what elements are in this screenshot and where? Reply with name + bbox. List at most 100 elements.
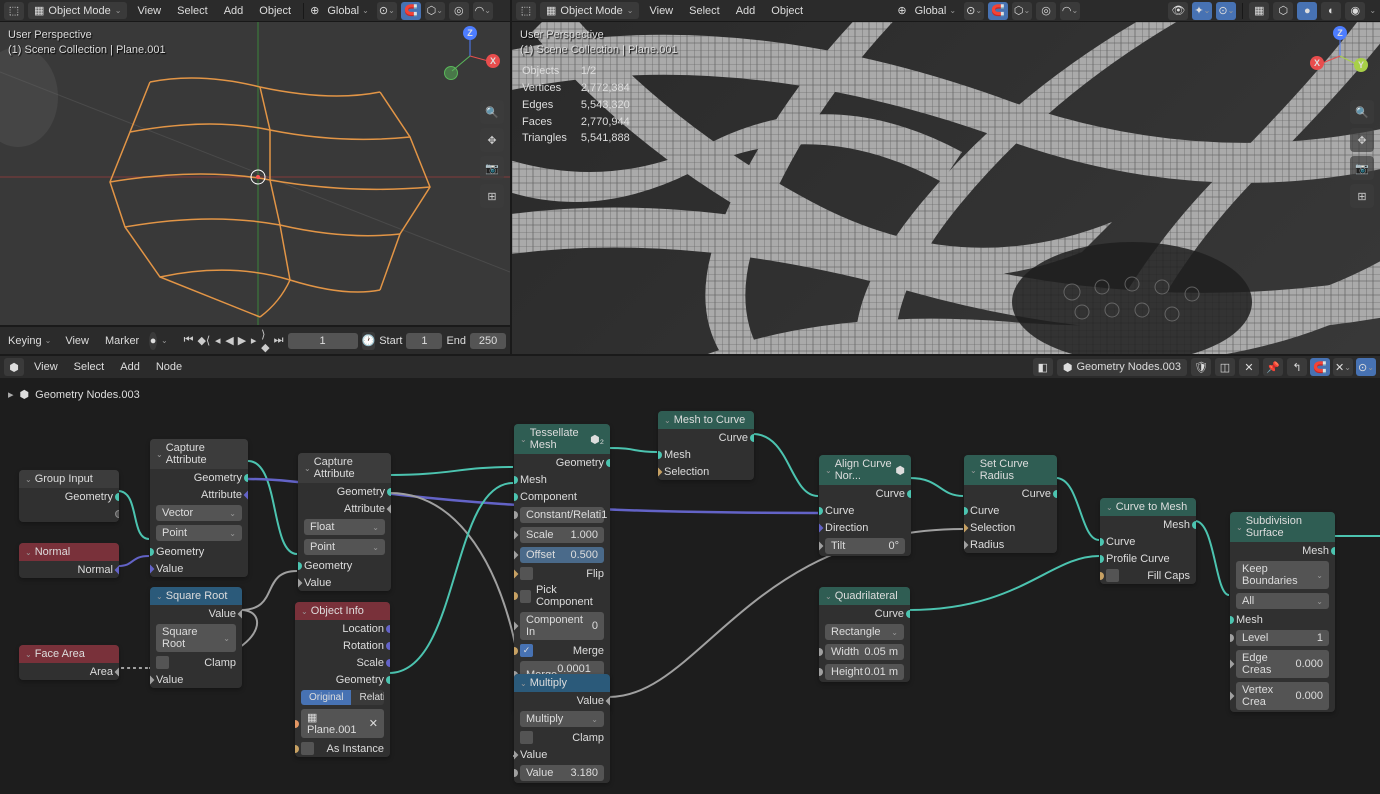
tess-flip-checkbox[interactable] bbox=[520, 567, 533, 580]
grid-icon[interactable]: ⊞ bbox=[480, 184, 504, 208]
proportional-edit-icon[interactable]: ◎ bbox=[449, 2, 469, 20]
unlink-icon[interactable]: ✕ bbox=[1239, 358, 1259, 376]
parent-node-icon[interactable]: ↰ bbox=[1287, 358, 1307, 376]
tess-offset[interactable]: Offset0.500 bbox=[520, 547, 604, 563]
obj-transform-mode[interactable]: OriginalRelative bbox=[301, 690, 384, 705]
menu-add[interactable]: Add bbox=[730, 3, 762, 19]
play-reverse-icon[interactable]: ◀ bbox=[225, 332, 233, 350]
gizmo-toggle-icon[interactable]: ✦⌄ bbox=[1192, 2, 1212, 20]
camera-icon[interactable]: 📷 bbox=[1350, 156, 1374, 180]
overlay-toggle-icon[interactable]: ⊙⌄ bbox=[1216, 2, 1236, 20]
pivot-icon[interactable]: ⊙⌄ bbox=[377, 2, 397, 20]
menu-select[interactable]: Select bbox=[683, 3, 726, 19]
node-set-radius[interactable]: ⌄Set Curve Radius Curve Curve Selection … bbox=[964, 455, 1057, 553]
subdiv-vertex[interactable]: Vertex Crea0.000 bbox=[1236, 682, 1329, 710]
mode-select[interactable]: ▦Object Mode⌄ bbox=[540, 2, 639, 19]
as-instance-checkbox[interactable] bbox=[301, 742, 314, 755]
overlay-icon[interactable]: ⊙⌄ bbox=[1356, 358, 1376, 376]
node-mesh-to-curve[interactable]: ⌄Mesh to Curve Curve Mesh Selection bbox=[658, 411, 754, 480]
subdiv-level[interactable]: Level1 bbox=[1236, 630, 1329, 646]
ne-select[interactable]: Select bbox=[68, 359, 111, 375]
xray-icon[interactable]: ▦ bbox=[1249, 2, 1269, 20]
ne-node[interactable]: Node bbox=[150, 359, 188, 375]
menu-object[interactable]: Object bbox=[765, 3, 809, 19]
node-canvas[interactable]: ▸ ⬢ Geometry Nodes.003 ⌄Group Input Geom bbox=[0, 378, 1380, 794]
clock-icon[interactable]: 🕐 bbox=[362, 332, 376, 350]
capture2-domain[interactable]: Point⌄ bbox=[304, 539, 385, 555]
zoom-icon[interactable]: 🔍 bbox=[1350, 100, 1374, 124]
orientation-select[interactable]: Global⌄ bbox=[323, 3, 373, 19]
snap-options[interactable]: ⬡⌄ bbox=[425, 2, 445, 20]
node-tessellate[interactable]: ⌄Tessellate Mesh⬢₂ Geometry Mesh Compone… bbox=[514, 424, 610, 711]
node-normal[interactable]: ⌄Normal Normal bbox=[19, 543, 119, 578]
zoom-icon[interactable]: 🔍 bbox=[480, 100, 504, 124]
jump-start-icon[interactable]: ⏮ bbox=[184, 332, 194, 350]
shading-solid-icon[interactable]: ● bbox=[1297, 2, 1317, 20]
node-subdivision[interactable]: ⌄Subdivision Surface Mesh Keep Boundarie… bbox=[1230, 512, 1335, 712]
fake-user-icon[interactable]: 🛡 bbox=[1191, 358, 1211, 376]
ne-view[interactable]: View bbox=[28, 359, 64, 375]
ne-add[interactable]: Add bbox=[114, 359, 146, 375]
editor-type-icon[interactable]: ⬚ bbox=[4, 2, 24, 20]
menu-add[interactable]: Add bbox=[218, 3, 250, 19]
node-group-input[interactable]: ⌄Group Input Geometry bbox=[19, 470, 119, 522]
move-icon[interactable]: ✥ bbox=[480, 128, 504, 152]
move-icon[interactable]: ✥ bbox=[1350, 128, 1374, 152]
end-frame[interactable]: 250 bbox=[470, 333, 506, 349]
nav-gizmo-left[interactable]: Z X bbox=[440, 26, 500, 86]
node-face-area[interactable]: ⌄Face Area Area bbox=[19, 645, 119, 680]
node-capture-1[interactable]: ⌄Capture Attribute Geometry Attribute Ve… bbox=[150, 439, 248, 577]
timeline-marker[interactable]: Marker bbox=[99, 333, 145, 349]
editor-type-icon[interactable]: ⬚ bbox=[516, 2, 536, 20]
visibility-icon[interactable]: 👁 bbox=[1168, 2, 1188, 20]
node-align-normal[interactable]: ⌄Align Curve Nor...⬢ Curve Curve Directi… bbox=[819, 455, 911, 556]
snap-options[interactable]: ⬡⌄ bbox=[1012, 2, 1032, 20]
current-frame[interactable]: 1 bbox=[288, 333, 358, 349]
mult-dropdown[interactable]: Multiply⌄ bbox=[520, 711, 604, 727]
subdiv-boundary[interactable]: Keep Boundaries⌄ bbox=[1236, 561, 1329, 589]
tess-merge-checkbox[interactable]: ✓ bbox=[520, 644, 533, 657]
datablock-name[interactable]: ⬢Geometry Nodes.003 bbox=[1057, 359, 1187, 376]
nav-gizmo-right[interactable]: Z X Y bbox=[1310, 26, 1370, 86]
tess-scale[interactable]: Scale1.000 bbox=[520, 527, 604, 543]
snap-toggle-icon[interactable]: 🧲 bbox=[1310, 358, 1330, 376]
tess-pick-checkbox[interactable] bbox=[520, 590, 531, 603]
tilt-field[interactable]: Tilt0° bbox=[825, 538, 905, 554]
mult-clamp-checkbox[interactable] bbox=[520, 731, 533, 744]
menu-view[interactable]: View bbox=[131, 3, 167, 19]
proportional-opts[interactable]: ◠⌄ bbox=[1060, 2, 1080, 20]
keyframe-prev-icon[interactable]: ◆⟨ bbox=[198, 332, 211, 350]
snap-toggle[interactable]: 🧲 bbox=[401, 2, 421, 20]
play-icon[interactable]: ▶ bbox=[238, 332, 246, 350]
pivot-icon[interactable]: ⊙⌄ bbox=[964, 2, 984, 20]
new-icon[interactable]: ◫ bbox=[1215, 358, 1235, 376]
viewport-canvas-left[interactable] bbox=[0, 22, 510, 325]
start-frame[interactable]: 1 bbox=[406, 333, 442, 349]
fillcaps-checkbox[interactable] bbox=[1106, 569, 1119, 582]
node-object-info[interactable]: ⌄Object Info Location Rotation Scale Geo… bbox=[295, 602, 390, 757]
keying-dropdown[interactable]: Keying⌄ bbox=[4, 333, 55, 349]
jump-end-icon[interactable]: ⏭ bbox=[274, 332, 284, 350]
menu-view[interactable]: View bbox=[643, 3, 679, 19]
frame-prev-icon[interactable]: ◂ bbox=[214, 332, 221, 350]
snap-toggle[interactable]: 🧲 bbox=[988, 2, 1008, 20]
snap-node-options[interactable]: ✕⌄ bbox=[1333, 358, 1353, 376]
autokey-icon[interactable]: ● bbox=[149, 332, 157, 350]
timeline-view[interactable]: View bbox=[59, 333, 95, 349]
pin-icon[interactable]: 📌 bbox=[1263, 358, 1283, 376]
shading-wire-icon[interactable]: ⬡ bbox=[1273, 2, 1293, 20]
mult-value[interactable]: Value3.180 bbox=[520, 765, 604, 781]
mode-select[interactable]: ▦Object Mode⌄ bbox=[28, 2, 127, 19]
menu-object[interactable]: Object bbox=[253, 3, 297, 19]
proportional-opts[interactable]: ◠⌄ bbox=[473, 2, 493, 20]
clamp-checkbox[interactable] bbox=[156, 656, 169, 669]
shading-material-icon[interactable]: ◐ bbox=[1321, 2, 1341, 20]
browse-datablock-icon[interactable]: ◧ bbox=[1033, 358, 1053, 376]
subdiv-edge[interactable]: Edge Creas0.000 bbox=[1236, 650, 1329, 678]
orientation-select[interactable]: Global⌄ bbox=[911, 3, 961, 19]
tess-compin[interactable]: Component In0 bbox=[520, 612, 604, 640]
frame-next-icon[interactable]: ▸ bbox=[250, 332, 257, 350]
menu-select[interactable]: Select bbox=[171, 3, 214, 19]
keyframe-next-icon[interactable]: ⟩◆ bbox=[261, 332, 269, 350]
capture1-type[interactable]: Vector⌄ bbox=[156, 505, 242, 521]
